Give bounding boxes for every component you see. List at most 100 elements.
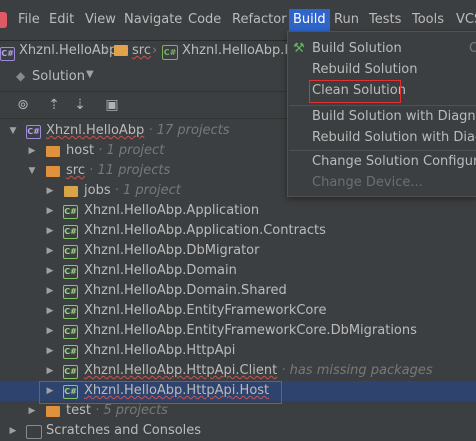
- collapse-all-icon[interactable]: ⇣: [72, 97, 88, 113]
- menu-item-label: Build Solution with Diagnost: [312, 109, 476, 124]
- collapsed-arrow-icon[interactable]: ▶: [45, 281, 55, 301]
- menu-refactor[interactable]: Refactor: [228, 9, 291, 31]
- menu-item-label: Change Device...: [312, 175, 423, 190]
- menu-edit[interactable]: Edit: [45, 9, 78, 31]
- expanded-arrow-icon[interactable]: ▼: [8, 121, 18, 141]
- csharp-project-icon: C#: [63, 225, 78, 239]
- project-label: Xhznl.HelloAbp.Application: [84, 203, 260, 218]
- chevron-down-icon[interactable]: ▼: [86, 69, 94, 80]
- tree-node-scratches[interactable]: ▶ Scratches and Consoles: [0, 421, 476, 441]
- tree-node-project[interactable]: ▶ C# Xhznl.HelloAbp.Application: [0, 201, 476, 221]
- tree-node-project[interactable]: ▶ C# Xhznl.HelloAbp.HttpApi: [0, 341, 476, 361]
- menu-code[interactable]: Code: [184, 9, 225, 31]
- jobs-label: jobs: [84, 183, 111, 198]
- scratches-label: Scratches and Consoles: [46, 423, 202, 438]
- host-hint: · 1 project: [98, 143, 165, 158]
- tree-node-project[interactable]: ▶ C# Xhznl.HelloAbp.Domain: [0, 261, 476, 281]
- folder-icon: [46, 146, 60, 157]
- menu-item-change-configuration[interactable]: Change Solution Configurati: [288, 151, 476, 172]
- collapsed-arrow-icon[interactable]: ▶: [45, 361, 55, 381]
- menu-build[interactable]: Build: [289, 9, 330, 31]
- collapsed-arrow-icon[interactable]: ▶: [45, 301, 55, 321]
- menu-item-rebuild-solution[interactable]: Rebuild Solution: [288, 59, 476, 80]
- scratches-icon: [26, 425, 42, 439]
- csharp-project-icon: C#: [63, 345, 78, 359]
- collapsed-arrow-icon[interactable]: ▶: [45, 221, 55, 241]
- solution-view-icon: ◆: [16, 69, 26, 83]
- menu-item-build-solution[interactable]: ⚒ Build Solution C: [288, 38, 476, 59]
- folder-icon: [46, 406, 60, 417]
- collapsed-arrow-icon[interactable]: ▶: [45, 341, 55, 361]
- csharp-project-icon: C#: [162, 45, 178, 60]
- menu-file[interactable]: File: [14, 9, 44, 31]
- csharp-project-icon: C#: [63, 245, 78, 259]
- expand-all-icon[interactable]: ⇡: [46, 97, 62, 113]
- menu-tools[interactable]: Tools: [408, 9, 448, 31]
- solution-icon: C#: [0, 47, 15, 61]
- collapsed-arrow-icon[interactable]: ▶: [45, 321, 55, 341]
- project-label: Xhznl.HelloAbp.Domain.Shared: [84, 283, 287, 298]
- csharp-project-icon: C#: [63, 205, 78, 219]
- build-menu-dropdown: ⚒ Build Solution C Rebuild Solution Clea…: [287, 31, 476, 197]
- project-label: Xhznl.HelloAbp.EntityFrameworkCore.DbMig…: [84, 323, 417, 338]
- breadcrumb-folder[interactable]: src: [114, 41, 151, 60]
- collapsed-arrow-icon[interactable]: ▶: [45, 261, 55, 281]
- project-hint: · has missing packages: [281, 363, 433, 378]
- project-label: Xhznl.HelloAbp.HttpApi: [84, 343, 236, 358]
- breadcrumb-project-label: Xhznl.HelloAbp.Ht: [182, 43, 300, 58]
- solution-hint: · 17 projects: [148, 123, 230, 138]
- show-files-icon[interactable]: ▣: [104, 97, 120, 113]
- breadcrumb-folder-label: src: [132, 43, 151, 58]
- collapsed-arrow-icon[interactable]: ▶: [45, 241, 55, 261]
- tree-node-project[interactable]: ▶ C# Xhznl.HelloAbp.HttpApi.Client · has…: [0, 361, 476, 381]
- collapsed-arrow-icon[interactable]: ▶: [27, 401, 37, 421]
- locate-icon[interactable]: ⊚: [15, 97, 31, 113]
- menu-item-change-device: Change Device...: [288, 172, 476, 193]
- tree-node-project[interactable]: ▶ C# Xhznl.HelloAbp.EntityFrameworkCore.…: [0, 321, 476, 341]
- solution-view-title[interactable]: Solution: [32, 69, 85, 84]
- menu-run[interactable]: Run: [330, 9, 363, 31]
- test-label: test: [66, 403, 91, 418]
- tree-node-project[interactable]: ▶ C# Xhznl.HelloAbp.Application.Contract…: [0, 221, 476, 241]
- tree-node-project[interactable]: ▶ C# Xhznl.HelloAbp.EntityFrameworkCore: [0, 301, 476, 321]
- menu-item-label: Change Solution Configurati: [312, 154, 476, 169]
- csharp-project-icon: C#: [63, 285, 78, 299]
- folder-icon: [64, 186, 78, 197]
- folder-icon: [114, 45, 128, 56]
- src-hint: · 11 projects: [89, 163, 171, 178]
- host-label: host: [66, 143, 95, 158]
- menu-item-shortcut: C: [469, 41, 476, 56]
- breadcrumb-solution[interactable]: C# Xhznl.HelloAbp: [0, 41, 118, 61]
- collapsed-arrow-icon[interactable]: ▶: [8, 421, 18, 441]
- tree-node-test[interactable]: ▶ test · 5 projects: [0, 401, 476, 421]
- menu-tests[interactable]: Tests: [365, 9, 405, 31]
- test-hint: · 5 projects: [95, 403, 168, 418]
- csharp-project-icon: C#: [63, 265, 78, 279]
- jobs-hint: · 1 project: [114, 183, 181, 198]
- menu-vcs[interactable]: VCS: [452, 9, 476, 31]
- tree-node-project[interactable]: ▶ C# Xhznl.HelloAbp.DbMigrator: [0, 241, 476, 261]
- breadcrumb-separator-icon: ›: [152, 43, 158, 58]
- collapsed-arrow-icon[interactable]: ▶: [45, 201, 55, 221]
- collapsed-arrow-icon[interactable]: ▶: [27, 141, 37, 161]
- highlight-box: [309, 80, 401, 103]
- breadcrumb-separator-icon: ›: [104, 43, 110, 58]
- project-label: Xhznl.HelloAbp.Domain: [84, 263, 237, 278]
- project-label: Xhznl.HelloAbp.HttpApi.Client: [84, 363, 278, 378]
- menu-item-build-diagnostics[interactable]: Build Solution with Diagnost: [288, 106, 476, 127]
- menu-item-rebuild-diagnostics[interactable]: Rebuild Solution with Diagno: [288, 127, 476, 148]
- csharp-project-icon: C#: [63, 365, 78, 379]
- breadcrumb-solution-label: Xhznl.HelloAbp: [19, 43, 118, 58]
- csharp-project-icon: C#: [63, 325, 78, 339]
- src-label: src: [66, 163, 85, 178]
- expanded-arrow-icon[interactable]: ▼: [27, 161, 37, 181]
- project-label: Xhznl.HelloAbp.Application.Contracts: [84, 223, 326, 238]
- tree-node-project[interactable]: ▶ C# Xhznl.HelloAbp.Domain.Shared: [0, 281, 476, 301]
- solution-label: Xhznl.HelloAbp: [46, 123, 145, 138]
- project-label: Xhznl.HelloAbp.EntityFrameworkCore: [84, 303, 327, 318]
- breadcrumb-project[interactable]: C# Xhznl.HelloAbp.Ht: [162, 41, 299, 60]
- menu-navigate[interactable]: Navigate: [120, 9, 186, 31]
- menu-view[interactable]: View: [81, 9, 120, 31]
- menu-item-label: Rebuild Solution with Diagno: [312, 130, 476, 145]
- collapsed-arrow-icon[interactable]: ▶: [45, 181, 55, 201]
